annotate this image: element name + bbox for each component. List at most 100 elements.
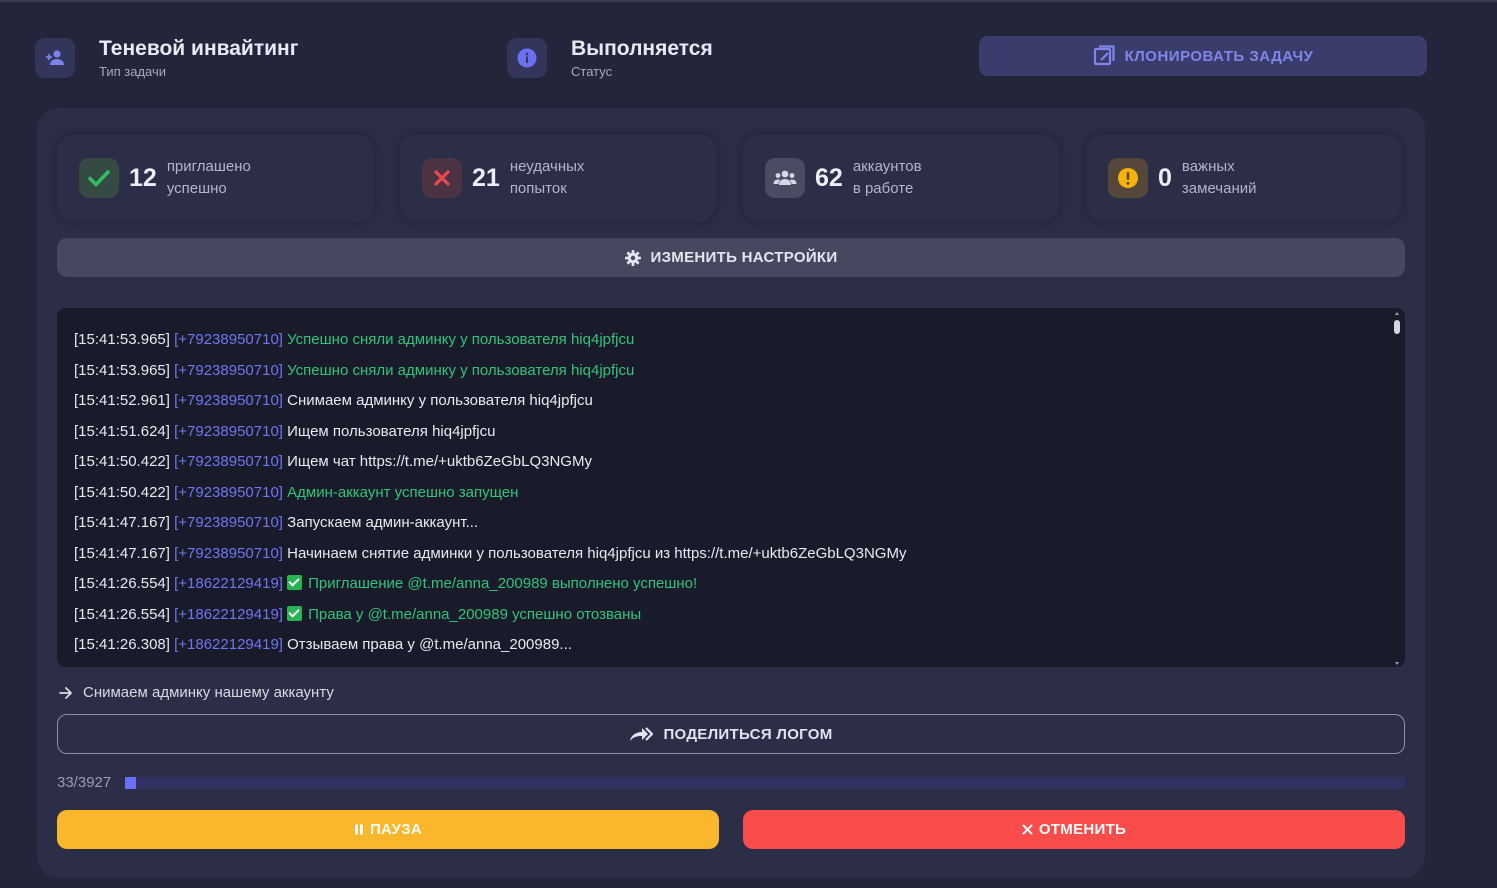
share-log-label: ПОДЕЛИТЬСЯ ЛОГОМ: [663, 725, 833, 743]
current-step-text: Снимаем админку нашему аккаунту: [83, 684, 334, 701]
share-log-button[interactable]: ПОДЕЛИТЬСЯ ЛОГОМ: [57, 714, 1405, 754]
log-timestamp: [15:41:47.167]: [74, 514, 170, 531]
clone-icon: [1093, 45, 1115, 66]
stat-accounts-label-1: аккаунтов: [852, 158, 922, 175]
scroll-thumb[interactable]: [1394, 320, 1400, 334]
pause-button[interactable]: ПАУЗА: [57, 810, 719, 849]
check-icon: [79, 158, 119, 198]
log-message: Приглашение @t.me/anna_200989 выполнено …: [308, 575, 698, 592]
log-message: Отзываем права у @t.me/anna_200989...: [287, 636, 572, 653]
pause-icon: [354, 824, 364, 835]
stat-accounts: 62 аккаунтов в работе: [743, 135, 1059, 221]
log-message: Начинаем снятие админки у пользователя h…: [287, 544, 907, 562]
pause-label: ПАУЗА: [369, 821, 423, 838]
log-message: Права у @t.me/anna_200989 успешно отозва…: [308, 605, 642, 623]
stat-warnings-label-2: замечаний: [1181, 180, 1257, 197]
change-settings-label: ИЗМЕНИТЬ НАСТРОЙКИ: [650, 249, 838, 266]
gear-icon: [624, 249, 641, 266]
arrow-right-icon: [59, 686, 72, 699]
log-phone: [+18622129419]: [174, 575, 283, 592]
log-lines: [15:41:53.965] [+79238950710] Успешно сн…: [74, 325, 1385, 661]
stat-invited-value: 12: [129, 163, 157, 192]
log-line: [15:41:50.422] [+79238950710] Ищем чат h…: [74, 447, 1385, 478]
log-timestamp: [15:41:26.554]: [74, 575, 170, 592]
log-phone: [+18622129419]: [174, 636, 283, 653]
log-timestamp: [15:41:52.961]: [74, 392, 170, 409]
scroll-up-arrow-icon[interactable]: [1395, 312, 1399, 315]
progress-bar: [125, 777, 1405, 789]
log-phone: [+79238950710]: [174, 483, 283, 501]
cross-icon: [422, 158, 462, 198]
log-line: [15:41:26.554] [+18622129419] Приглашени…: [74, 569, 1385, 600]
check-mark-icon: [287, 575, 303, 590]
log-timestamp: [15:41:26.308]: [74, 636, 170, 653]
log-phone: [+79238950710]: [174, 422, 283, 440]
stat-failed-value: 21: [472, 163, 500, 192]
check-mark-icon: [287, 605, 303, 621]
stat-failed-label-2: попыток: [509, 180, 567, 197]
log-console[interactable]: [15:41:53.965] [+79238950710] Успешно сн…: [57, 308, 1405, 667]
stat-invited-label-1: приглашено: [166, 158, 251, 175]
current-step: Снимаем админку нашему аккаунту: [59, 684, 334, 701]
log-message: Успешно сняли админку у пользователя hiq…: [287, 361, 635, 379]
warning-icon: [1108, 158, 1148, 198]
log-line: [15:41:47.167] [+79238950710] Запускаем …: [74, 508, 1385, 539]
log-message: Запускаем админ-аккаунт...: [287, 514, 479, 531]
status-subtitle: Статус: [571, 64, 613, 79]
log-timestamp: [15:41:50.422]: [74, 483, 170, 501]
log-timestamp: [15:41:26.554]: [74, 605, 170, 623]
log-line: [15:41:53.965] [+79238950710] Успешно сн…: [74, 356, 1385, 387]
stat-invited: 12 приглашено успешно: [57, 135, 373, 221]
close-icon: [1022, 824, 1033, 835]
stat-invited-label-2: успешно: [166, 180, 227, 197]
stat-warnings: 0 важных замечаний: [1086, 135, 1402, 221]
users-icon: [765, 158, 805, 198]
stat-warnings-value: 0: [1158, 163, 1172, 192]
stat-accounts-label-2: в работе: [852, 180, 914, 197]
log-timestamp: [15:41:50.422]: [74, 453, 170, 470]
stat-failed: 21 неудачных попыток: [400, 135, 716, 221]
log-timestamp: [15:41:47.167]: [74, 544, 170, 562]
info-icon: [507, 38, 547, 78]
log-line: [15:41:53.965] [+79238950710] Успешно сн…: [74, 325, 1385, 356]
cancel-button[interactable]: ОТМЕНИТЬ: [743, 810, 1405, 849]
task-panel: 12 приглашено успешно 21 неудачных попыт…: [37, 108, 1425, 878]
log-message: Ищем пользователя hiq4jpfjcu: [287, 422, 496, 440]
task-type-block: Теневой инвайтинг Тип задачи: [35, 37, 298, 79]
log-timestamp: [15:41:51.624]: [74, 422, 170, 440]
log-line: [15:41:26.554] [+18622129419] Права у @t…: [74, 600, 1385, 631]
status-title: Выполняется: [571, 37, 713, 60]
log-message: Успешно сняли админку у пользователя hiq…: [287, 331, 635, 348]
scroll-down-arrow-icon[interactable]: [1395, 662, 1399, 665]
log-line: [15:41:51.624] [+79238950710] Ищем польз…: [74, 417, 1385, 448]
log-scrollbar[interactable]: [1394, 312, 1400, 665]
clone-task-button[interactable]: КЛОНИРОВАТЬ ЗАДАЧУ: [979, 36, 1427, 76]
change-settings-button[interactable]: ИЗМЕНИТЬ НАСТРОЙКИ: [57, 238, 1405, 277]
log-message: Снимаем админку у пользователя hiq4jpfjc…: [287, 392, 593, 409]
stat-accounts-value: 62: [815, 163, 843, 192]
log-line: [15:41:26.308] [+18622129419] Отзываем п…: [74, 630, 1385, 661]
log-phone: [+79238950710]: [174, 453, 283, 470]
stat-failed-label-1: неудачных: [509, 158, 585, 175]
stat-warnings-label-1: важных: [1181, 158, 1235, 175]
log-phone: [+79238950710]: [174, 361, 283, 379]
progress-fill: [125, 777, 136, 789]
log-message: Ищем чат https://t.me/+uktb6ZeGbLQ3NGMy: [287, 453, 592, 470]
log-phone: [+79238950710]: [174, 392, 283, 409]
log-message: Админ-аккаунт успешно запущен: [287, 483, 519, 501]
window-top-border: [0, 0, 1497, 2]
log-phone: [+79238950710]: [174, 331, 283, 348]
log-timestamp: [15:41:53.965]: [74, 361, 170, 379]
share-icon: [630, 727, 654, 741]
task-type-subtitle: Тип задачи: [99, 64, 167, 79]
log-line: [15:41:47.167] [+79238950710] Начинаем с…: [74, 539, 1385, 570]
log-timestamp: [15:41:53.965]: [74, 331, 170, 348]
log-line: [15:41:50.422] [+79238950710] Админ-акка…: [74, 478, 1385, 509]
log-phone: [+79238950710]: [174, 514, 283, 531]
person-add-icon: [35, 38, 75, 78]
task-type-title: Теневой инвайтинг: [99, 37, 299, 60]
clone-task-label: КЛОНИРОВАТЬ ЗАДАЧУ: [1124, 47, 1314, 65]
log-phone: [+79238950710]: [174, 544, 283, 562]
log-line: [15:41:52.961] [+79238950710] Снимаем ад…: [74, 386, 1385, 417]
progress-label: 33/3927: [57, 774, 112, 791]
